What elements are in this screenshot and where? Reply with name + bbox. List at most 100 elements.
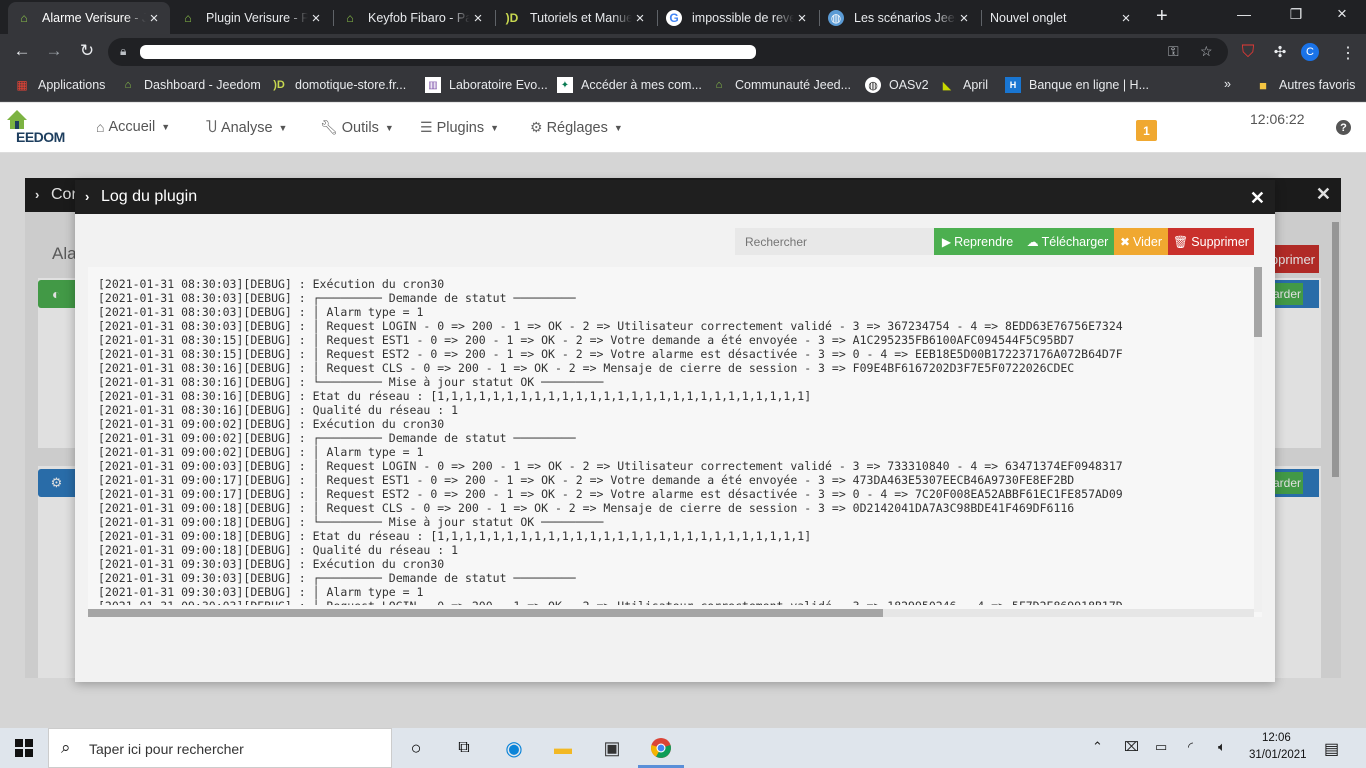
close-tab-icon[interactable]: × bbox=[632, 10, 648, 27]
bookmark-applications[interactable]: ▦ Applications bbox=[14, 77, 105, 93]
close-tab-icon[interactable]: × bbox=[470, 10, 486, 27]
forward-arrow-icon[interactable]: → bbox=[43, 41, 65, 61]
browser-menu-icon[interactable]: ⋮ bbox=[1340, 43, 1356, 63]
log-line: [2021-01-31 09:00:18][DEBUG] : └────────… bbox=[98, 515, 604, 529]
lock-icon[interactable]: 🔒︎ bbox=[120, 44, 126, 59]
bookmark-autres-favoris[interactable]: ■ Autres favoris bbox=[1255, 77, 1355, 93]
menu-label: Plugins bbox=[436, 119, 485, 136]
caret-down-icon: ▼ bbox=[278, 122, 288, 133]
log-line: [2021-01-31 09:00:02][DEBUG] : Exécution… bbox=[98, 417, 445, 431]
back-arrow-icon[interactable]: ← bbox=[11, 41, 33, 61]
log-search-input[interactable] bbox=[735, 228, 935, 255]
tab-impossible[interactable]: G impossible de revenir × bbox=[658, 2, 818, 34]
taskbar-date[interactable]: 31/01/2021 bbox=[1249, 749, 1307, 761]
minimize-icon[interactable]: — bbox=[1234, 6, 1254, 22]
wifi-icon[interactable]: ◜ bbox=[1188, 739, 1193, 755]
log-line: [2021-01-31 09:30:03][DEBUG] : ┌────────… bbox=[98, 571, 576, 585]
caret-down-icon: ▼ bbox=[384, 122, 394, 133]
task-view-icon[interactable]: ⧉ bbox=[452, 736, 476, 760]
close-tab-icon[interactable]: × bbox=[1118, 10, 1134, 27]
log-line: [2021-01-31 08:30:03][DEBUG] : │ Request… bbox=[98, 319, 1123, 333]
menu-analyse[interactable]: Ⴎ Analyse ▼ bbox=[206, 119, 287, 136]
caret-down-icon: ▼ bbox=[490, 122, 500, 133]
log-line: [2021-01-31 08:30:03][DEBUG] : │ Alarm t… bbox=[98, 305, 424, 319]
profile-avatar[interactable]: C bbox=[1301, 43, 1319, 61]
download-button[interactable]: ☁ Télécharger bbox=[1021, 228, 1114, 255]
delete-button[interactable]: 🗑︎ Supprimer bbox=[1168, 228, 1254, 255]
close-tab-icon[interactable]: × bbox=[308, 10, 324, 27]
more-bookmarks-chevron[interactable]: » bbox=[1224, 77, 1231, 91]
tab-scenarios[interactable]: ◍ Les scénarios Jeedom × bbox=[820, 2, 980, 34]
plugin-log-close-icon[interactable]: ✕ bbox=[1250, 188, 1265, 209]
battery-icon[interactable]: ▭ bbox=[1155, 739, 1167, 755]
logo-text: EEDOM bbox=[16, 129, 65, 145]
resume-button[interactable]: ▶ Reprendre bbox=[934, 228, 1021, 255]
home-icon: ⌂ bbox=[96, 119, 105, 135]
reload-icon[interactable]: ↻ bbox=[76, 41, 98, 61]
log-line: [2021-01-31 08:30:03][DEBUG] : Exécution… bbox=[98, 277, 445, 291]
menu-plugins[interactable]: ☰ Plugins ▼ bbox=[420, 119, 499, 136]
tab-plugin-verisure[interactable]: ⌂ Plugin Verisure - Plugins × bbox=[172, 2, 332, 34]
bookmark-oasv2[interactable]: ◍ OASv2 bbox=[865, 77, 929, 93]
close-tab-icon[interactable]: × bbox=[794, 10, 810, 27]
help-icon[interactable]: ? bbox=[1336, 120, 1351, 135]
log-line: [2021-01-31 09:30:03][DEBUG] : │ Request… bbox=[98, 599, 1252, 605]
log-line: [2021-01-31 08:30:16][DEBUG] : Qualité d… bbox=[98, 403, 459, 417]
hsbc-icon: H bbox=[1005, 77, 1021, 93]
tab-tutoriels[interactable]: )D Tutoriels et Manuels × bbox=[496, 2, 656, 34]
tab-keyfob-fibaro[interactable]: ⌂ Keyfob Fibaro - Pages × bbox=[334, 2, 494, 34]
tab-nouvel-onglet[interactable]: Nouvel onglet × bbox=[982, 2, 1142, 34]
restore-icon[interactable]: ❐ bbox=[1286, 6, 1306, 23]
plugin-log-title: Log du plugin bbox=[101, 188, 198, 205]
tab-alarme-verisure[interactable]: ⌂ Alarme Verisure - Jeedom × bbox=[8, 2, 170, 34]
tab-title: impossible de revenir bbox=[692, 11, 794, 25]
tab-title: Tutoriels et Manuels bbox=[530, 11, 632, 25]
chevron-up-icon[interactable]: ⌃ bbox=[1092, 739, 1103, 755]
log-vertical-scrollbar[interactable] bbox=[1254, 267, 1262, 337]
action-center-icon[interactable]: ▤ bbox=[1324, 739, 1339, 759]
bookmark-domotique-store[interactable]: )D domotique-store.fr... bbox=[271, 77, 406, 93]
log-horizontal-scrollbar[interactable] bbox=[88, 609, 883, 617]
log-line: [2021-01-31 09:00:18][DEBUG] : Qualité d… bbox=[98, 543, 459, 557]
new-tab-icon[interactable]: + bbox=[1156, 6, 1168, 26]
edge-browser-icon[interactable]: ◉ bbox=[502, 736, 526, 760]
key-icon[interactable]: ⚿ bbox=[1168, 43, 1179, 60]
extensions-puzzle-icon[interactable]: ✣ bbox=[1271, 43, 1289, 61]
usb-device-icon[interactable]: ⌧ bbox=[1124, 739, 1139, 755]
log-line: [2021-01-31 08:30:16][DEBUG] : Etat du r… bbox=[98, 389, 812, 403]
address-bar[interactable]: 🔒︎ ⚿ ☆ bbox=[108, 38, 1228, 66]
bookmark-banque-en-ligne[interactable]: H Banque en ligne | H... bbox=[1005, 77, 1149, 93]
bookmark-laboratoire[interactable]: ▥ Laboratoire Evo... bbox=[425, 77, 548, 93]
jeedom-logo[interactable]: EEDOM bbox=[6, 109, 78, 145]
close-tab-icon[interactable]: × bbox=[146, 10, 162, 27]
menu-accueil[interactable]: ⌂ Accueil ▼ bbox=[96, 119, 170, 135]
menu-outils[interactable]: 🔧︎ Outils ▼ bbox=[320, 119, 394, 136]
taskbar-search-box[interactable]: ⌕ Taper ici pour rechercher bbox=[48, 728, 392, 768]
cortana-circle-icon[interactable]: ○ bbox=[404, 736, 428, 760]
bookmark-communaute-jeedom[interactable]: ⌂ Communauté Jeed... bbox=[711, 77, 851, 93]
file-explorer-icon[interactable]: ▬ bbox=[551, 736, 575, 760]
log-line: [2021-01-31 09:00:02][DEBUG] : │ Alarm t… bbox=[98, 445, 424, 459]
close-tab-icon[interactable]: × bbox=[956, 10, 972, 27]
bookmark-april[interactable]: ◣ April bbox=[939, 77, 988, 93]
windows-start-icon[interactable] bbox=[15, 739, 33, 757]
store-icon[interactable]: ▣ bbox=[600, 736, 624, 760]
bookmark-acceder-comptes[interactable]: ✦ Accéder à mes com... bbox=[557, 77, 702, 93]
window-close-icon[interactable]: × bbox=[1332, 4, 1352, 24]
bookmark-dashboard-jeedom[interactable]: ⌂ Dashboard - Jeedom bbox=[120, 77, 261, 93]
brave-shield-icon[interactable]: ⛉ bbox=[1239, 42, 1257, 61]
plugin-log-dialog: › Log du plugin ✕ ▶ Reprendre ☁ Téléchar… bbox=[75, 180, 1275, 682]
menu-reglages[interactable]: ⚙ Réglages ▼ bbox=[530, 119, 623, 136]
log-content-area[interactable]: [2021-01-31 08:30:03][DEBUG] : Exécution… bbox=[88, 267, 1262, 617]
clear-button[interactable]: ✖ Vider bbox=[1114, 228, 1168, 255]
chrome-icon[interactable] bbox=[649, 736, 673, 760]
jeedom-navbar: EEDOM ⌂ Accueil ▼ Ⴎ Analyse ▼ 🔧︎ Outils … bbox=[0, 103, 1366, 153]
jeedom-clock: 12:06:22 bbox=[1250, 111, 1305, 127]
bookmark-label: April bbox=[963, 78, 989, 92]
jeedom-house-icon: ⌂ bbox=[20, 11, 28, 25]
notification-badge[interactable]: 1 bbox=[1136, 120, 1157, 141]
volume-icon[interactable]: 🔈︎ bbox=[1218, 739, 1226, 755]
taskbar-time[interactable]: 12:06 bbox=[1262, 732, 1291, 744]
bookmark-star-icon[interactable]: ☆ bbox=[1200, 43, 1213, 60]
bookmark-label: OASv2 bbox=[889, 78, 929, 92]
